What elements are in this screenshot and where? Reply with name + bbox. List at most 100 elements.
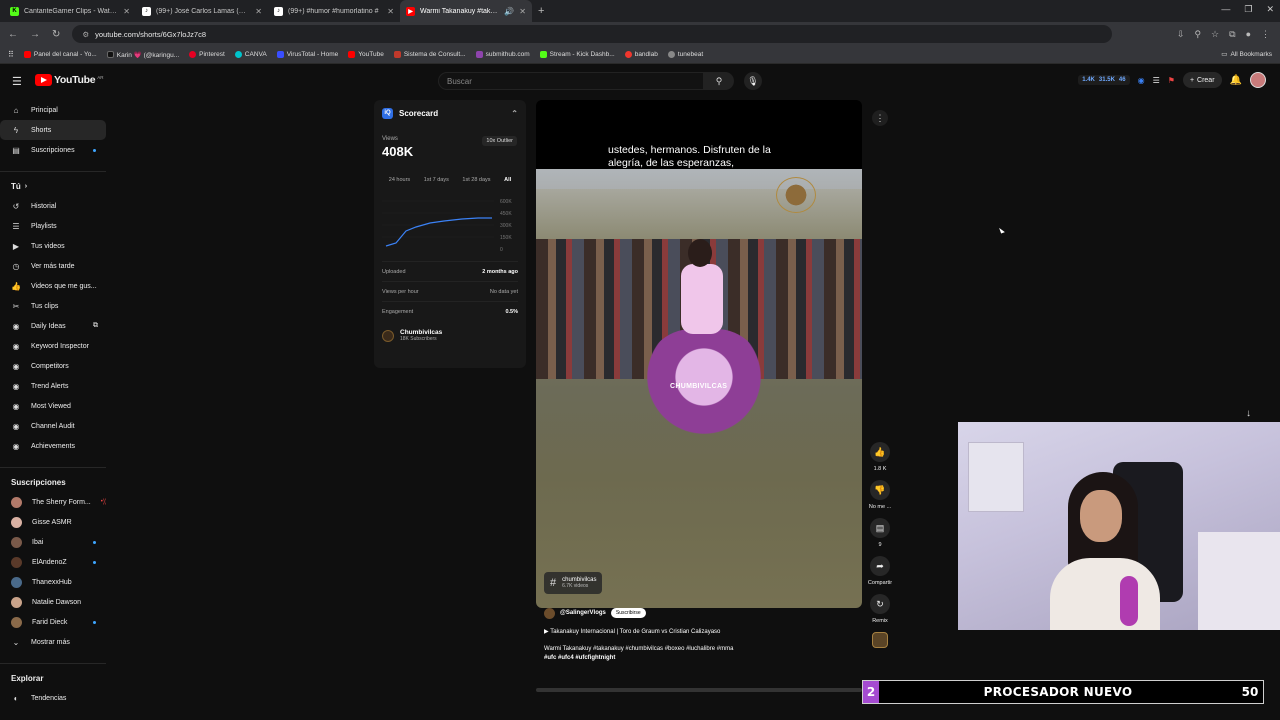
hashtag-chip[interactable]: # chumbivilcas 6.7K videos bbox=[544, 572, 603, 594]
subscription-item[interactable]: Natalie Dawson bbox=[0, 592, 106, 612]
sidebar-item-most-viewed[interactable]: ◉ Most Viewed bbox=[0, 396, 106, 416]
close-window-icon[interactable]: ✕ bbox=[1266, 4, 1274, 15]
reload-icon[interactable]: ↻ bbox=[52, 29, 60, 40]
close-icon[interactable]: ✕ bbox=[255, 7, 262, 16]
chevron-up-icon[interactable]: ⌃ bbox=[511, 109, 518, 118]
sidebar-item-channel-audit[interactable]: ◉ Channel Audit bbox=[0, 416, 106, 436]
sidebar-item-clips[interactable]: ✂ Tus clips bbox=[0, 296, 106, 316]
tab-0[interactable]: K CantanteGamer Clips - Watch C ✕ bbox=[4, 0, 136, 22]
maximize-icon[interactable]: ❐ bbox=[1244, 4, 1252, 15]
forward-icon[interactable]: → bbox=[30, 29, 40, 40]
remix-button[interactable]: ↻ Remix bbox=[870, 594, 890, 624]
range-tab[interactable]: 24 hours bbox=[389, 177, 410, 183]
sidebar-item-daily-ideas[interactable]: ◉ Daily Ideas ⧉ bbox=[0, 316, 106, 336]
create-button[interactable]: + Crear bbox=[1182, 72, 1222, 88]
back-icon[interactable]: ← bbox=[8, 29, 18, 40]
tab-3[interactable]: ▶ Warmi Takanakuy #takanaku 🔊 ✕ bbox=[400, 0, 532, 22]
new-tab-icon[interactable]: + bbox=[538, 5, 544, 17]
sidebar-item-historial[interactable]: ↺ Historial bbox=[0, 196, 106, 216]
list-icon[interactable]: ☰ bbox=[1153, 76, 1160, 85]
subscription-item[interactable]: ThanexxHub bbox=[0, 572, 106, 592]
sidebar-item-liked[interactable]: 👍 Videos que me gus... bbox=[0, 276, 106, 296]
sidebar-item-ver-mas-tarde[interactable]: ◷ Ver más tarde bbox=[0, 256, 106, 276]
more-options-icon[interactable]: ⋮ bbox=[872, 110, 888, 126]
share-button[interactable]: ➦ Compartir bbox=[868, 556, 892, 586]
sidebar-item-playlists[interactable]: ☰ Playlists bbox=[0, 216, 106, 236]
related-video-link[interactable]: ▶ Takanakuy Internacional | Toro de Grau… bbox=[544, 628, 864, 635]
bookmark-9[interactable]: bandlab bbox=[624, 51, 658, 58]
sidebar-item-principal[interactable]: ⌂ Principal bbox=[0, 100, 106, 120]
scorecard-channel[interactable]: Chumbivilcas 18K Subscribers bbox=[382, 329, 518, 342]
section-you[interactable]: Tú › bbox=[0, 176, 112, 196]
subscription-item[interactable]: The Sherry Form... •)) bbox=[0, 492, 106, 512]
search-button[interactable]: ⚲ bbox=[704, 72, 734, 90]
close-icon[interactable]: ✕ bbox=[387, 7, 394, 16]
close-icon[interactable]: ✕ bbox=[123, 7, 130, 16]
sidebar-item-tus-videos[interactable]: ▶ Tus videos bbox=[0, 236, 106, 256]
voice-search-button[interactable]: 🎙 bbox=[744, 72, 762, 90]
sidebar-item-trend-alerts[interactable]: ◉ Trend Alerts bbox=[0, 376, 106, 396]
channel-avatar[interactable] bbox=[544, 607, 555, 619]
sidebar-item-shorts[interactable]: ϟ Shorts bbox=[0, 120, 106, 140]
subscribe-button[interactable]: Suscribirse bbox=[610, 608, 646, 618]
extension-stats[interactable]: 1.4K 31.5K 46 bbox=[1078, 75, 1130, 85]
subscription-item[interactable]: ElAndenoZ bbox=[0, 552, 106, 572]
tab-2[interactable]: ♪ (99+) #humor #humorlatino # ✕ bbox=[268, 0, 400, 22]
menu-icon[interactable]: ⋮ bbox=[1261, 29, 1270, 40]
like-button[interactable]: 👍 1.8 K bbox=[870, 442, 890, 472]
video-progress-bar[interactable] bbox=[536, 688, 862, 692]
bookmark-1[interactable]: Karin 💗 (@karingu... bbox=[106, 51, 179, 59]
stat-value: 31.5K bbox=[1098, 77, 1115, 83]
dislike-button[interactable]: 👎 No me ... bbox=[869, 480, 891, 510]
bookmark-3[interactable]: CANVA bbox=[234, 51, 267, 58]
close-icon[interactable]: ✕ bbox=[519, 7, 526, 16]
avatar[interactable] bbox=[1250, 72, 1266, 88]
hamburger-menu-icon[interactable]: ☰ bbox=[12, 75, 22, 88]
url-input[interactable]: ⚙ youtube.com/shorts/6Gx7loJz7c8 bbox=[72, 25, 1113, 43]
sidebar-item-suscripciones[interactable]: ▤ Suscripciones bbox=[0, 140, 106, 160]
subscription-item[interactable]: Gisse ASMR bbox=[0, 512, 106, 532]
minimize-icon[interactable]: — bbox=[1221, 4, 1230, 15]
site-info-icon[interactable]: ⚙ bbox=[82, 30, 89, 39]
bookmark-7[interactable]: submithub.com bbox=[475, 51, 530, 58]
sidebar-item-keyword-inspector[interactable]: ◉ Keyword Inspector bbox=[0, 336, 106, 356]
sidebar-item-competitors[interactable]: ◉ Competitors bbox=[0, 356, 106, 376]
views-value: 408K bbox=[382, 144, 414, 159]
youtube-logo[interactable]: YouTube AR bbox=[35, 74, 104, 86]
bookmark-10[interactable]: tunebeat bbox=[667, 51, 703, 58]
range-tab[interactable]: 1st 28 days bbox=[462, 177, 490, 183]
show-more-button[interactable]: ⌄ Mostrar más bbox=[0, 632, 106, 652]
subscription-item[interactable]: Ibai bbox=[0, 532, 106, 552]
bookmark-4[interactable]: VirusTotal - Home bbox=[276, 51, 338, 58]
apps-icon[interactable]: ⠿ bbox=[8, 50, 14, 59]
bookmark-star-icon[interactable]: ☆ bbox=[1211, 29, 1219, 40]
tab-1[interactable]: ♪ (99+) José Carlos Lamas (@dina ✕ bbox=[136, 0, 268, 22]
extensions-icon[interactable]: ⧉ bbox=[1229, 29, 1235, 40]
install-icon[interactable]: ⇩ bbox=[1177, 29, 1185, 40]
zoom-icon[interactable]: ⚲ bbox=[1194, 29, 1201, 40]
new-content-dot bbox=[93, 540, 96, 544]
all-bookmarks[interactable]: ▭ All Bookmarks bbox=[1221, 50, 1272, 59]
bookmark-5[interactable]: YouTube bbox=[348, 51, 384, 58]
search-input[interactable]: Buscar bbox=[438, 72, 704, 90]
range-tab[interactable]: 1st 7 days bbox=[424, 177, 449, 183]
channel-handle[interactable]: @SalingerVlogs bbox=[560, 610, 606, 616]
notifications-bell-icon[interactable]: 🔔 bbox=[1230, 75, 1242, 86]
speaker-icon[interactable]: 🔊 bbox=[504, 7, 514, 16]
bookmark-0[interactable]: Panel del canal - Yo... bbox=[23, 51, 97, 58]
sidebar-item-tendencias[interactable]: ◐ Tendencias bbox=[0, 688, 106, 708]
sidebar-item-achievements[interactable]: ◉ Achievements bbox=[0, 436, 106, 456]
arrow-down-icon[interactable]: ↓ bbox=[1246, 408, 1251, 419]
bookmark-8[interactable]: Stream - Kick Dashb... bbox=[539, 51, 615, 58]
range-tab[interactable]: All bbox=[504, 177, 511, 183]
extension-icon[interactable]: ◉ bbox=[1138, 76, 1145, 85]
profile-icon[interactable]: ● bbox=[1246, 29, 1251, 40]
comments-button[interactable]: ▤ 9 bbox=[870, 518, 890, 548]
shorts-video-player[interactable]: ustedes, hermanos. Disfruten de la alegr… bbox=[536, 100, 862, 608]
bookmark-6[interactable]: Sistema de Consult... bbox=[393, 51, 466, 58]
new-content-dot bbox=[93, 560, 96, 564]
bookmark-2[interactable]: Pinterest bbox=[189, 51, 225, 58]
alert-icon[interactable]: ⚑ bbox=[1168, 76, 1175, 85]
audio-channel-thumb[interactable] bbox=[872, 632, 888, 648]
subscription-item[interactable]: Farid Dieck bbox=[0, 612, 106, 632]
